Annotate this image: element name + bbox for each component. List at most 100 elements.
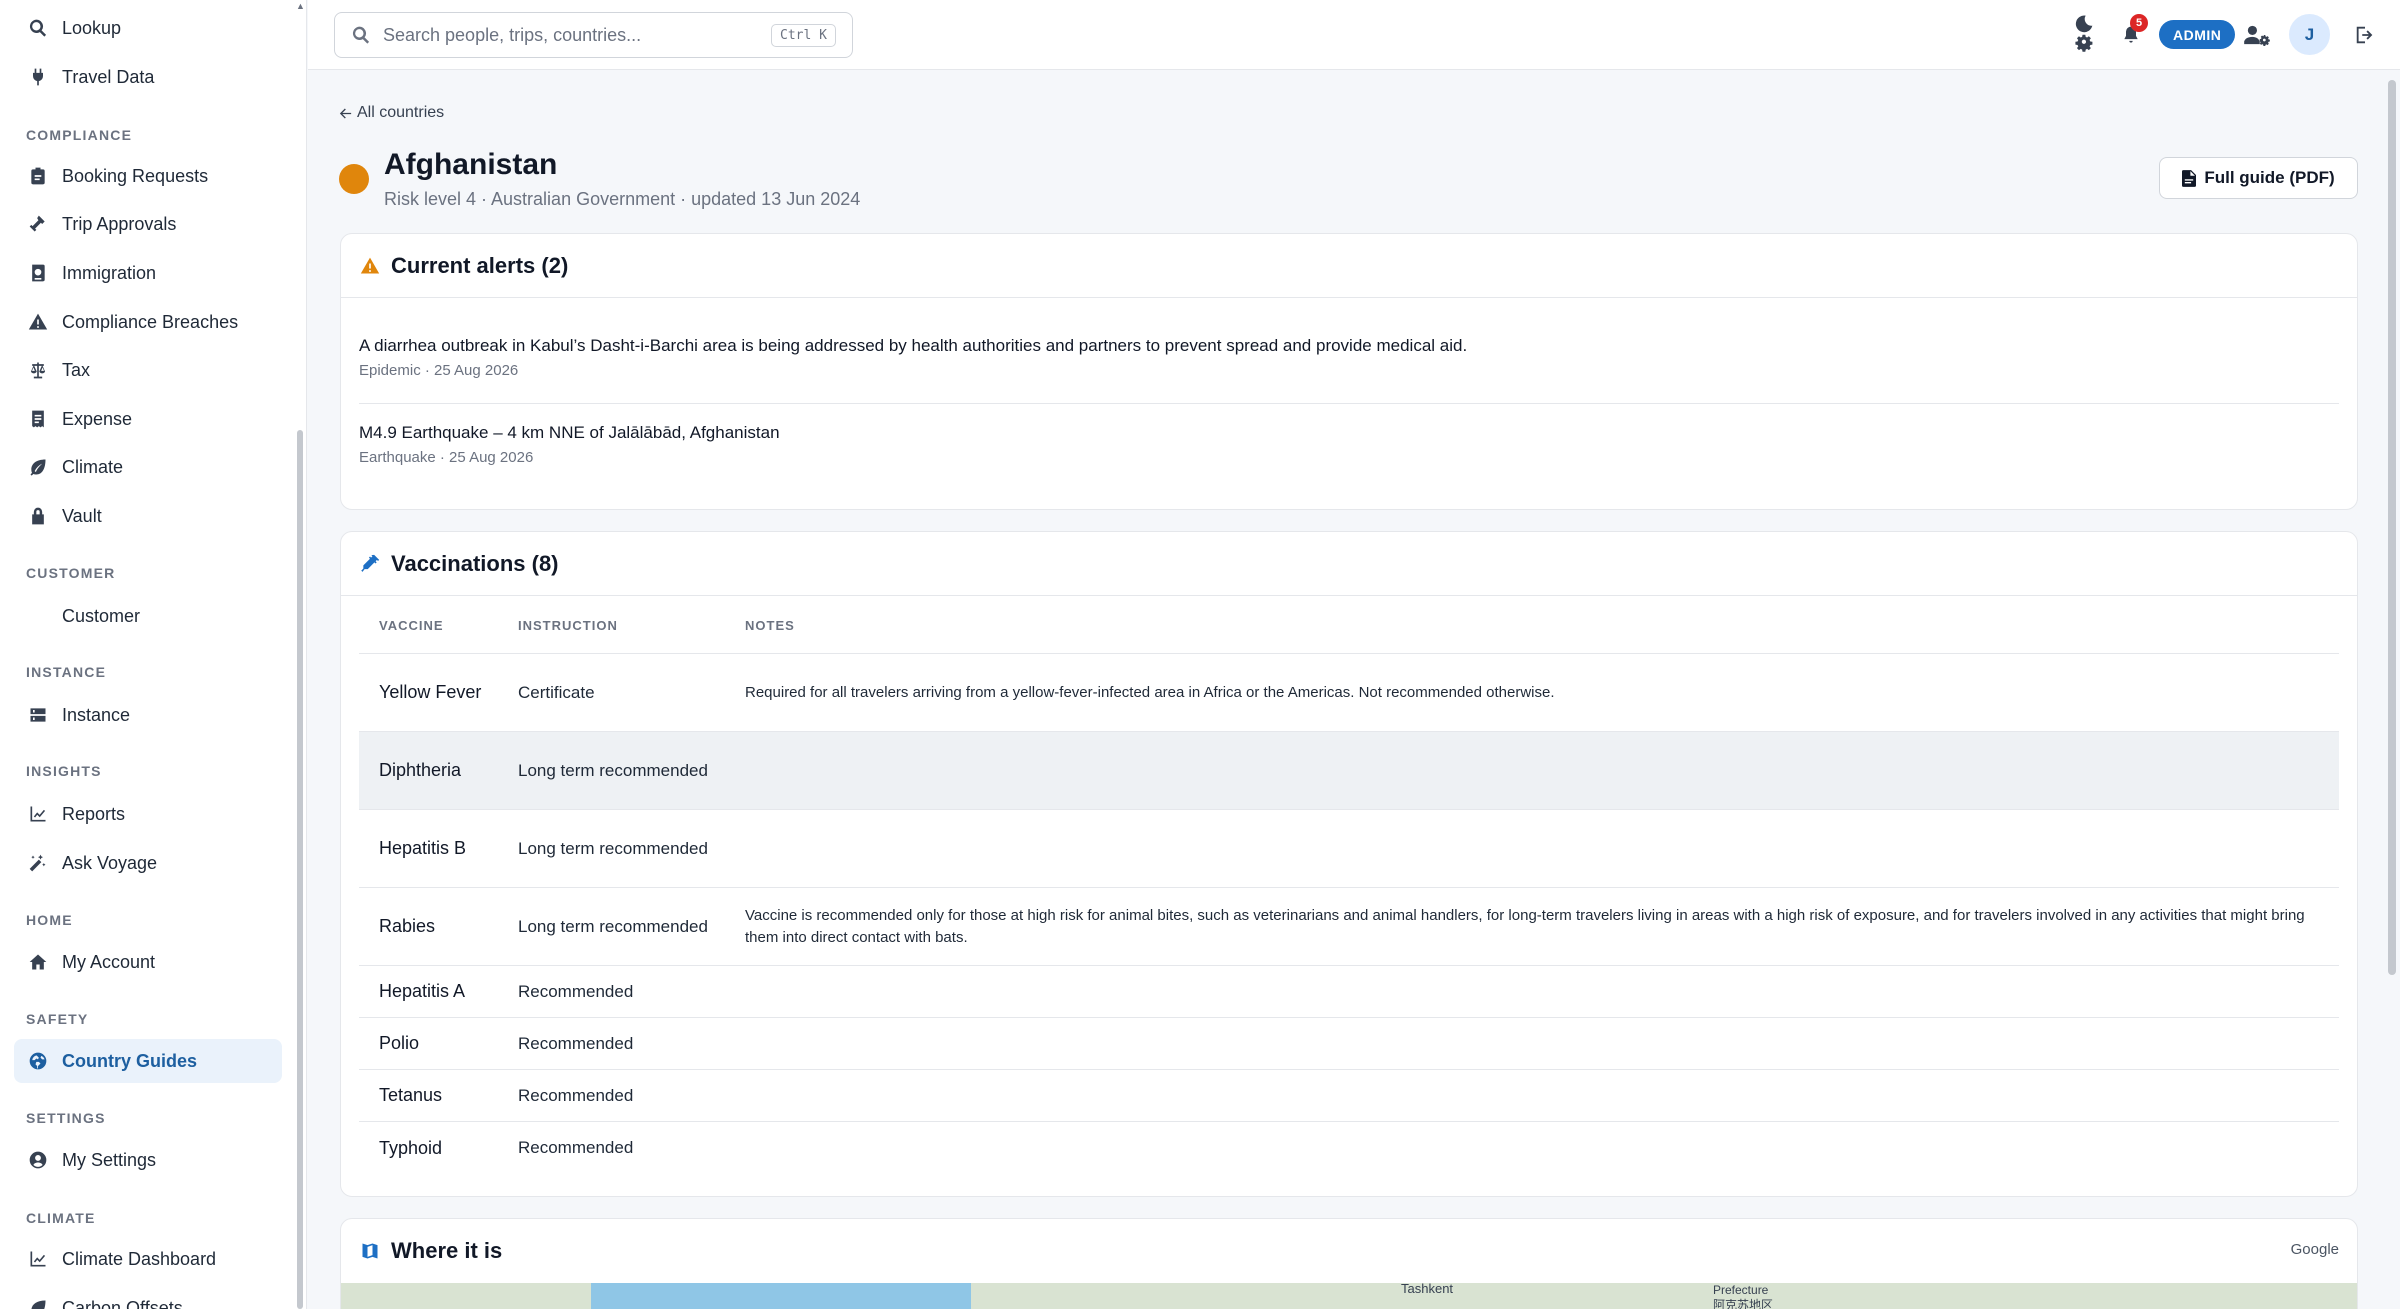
logout-button[interactable] xyxy=(2352,22,2378,48)
vaccine-instruction: Long term recommended xyxy=(518,760,708,780)
user-admin-button[interactable] xyxy=(2243,21,2271,49)
sidebar-scrollbar[interactable]: ▲ xyxy=(296,0,305,1309)
vaccine-instruction: Long term recommended xyxy=(518,838,708,858)
sidebar-item-label: Expense xyxy=(62,408,133,429)
vaccine-notes xyxy=(745,732,2325,809)
section-heading-customer: CUSTOMER xyxy=(26,565,116,581)
sidebar-item-ask-voyage[interactable]: Ask Voyage xyxy=(14,841,282,885)
main-scrollbar-thumb[interactable] xyxy=(2388,80,2396,975)
table-row[interactable]: Tetanus Recommended xyxy=(359,1070,2339,1122)
vaccine-name: Tetanus xyxy=(379,1085,443,1105)
sidebar-item-instance[interactable]: Instance xyxy=(14,693,282,737)
where-it-is-card: Where it is Google Tashkent Prefecture 阿… xyxy=(340,1218,2358,1309)
table-row[interactable]: Hepatitis B Long term recommended xyxy=(359,810,2339,888)
file-pdf-icon xyxy=(2182,169,2197,187)
user-gear-icon xyxy=(2244,25,2270,46)
table-row[interactable]: Typhoid Recommended xyxy=(359,1122,2339,1174)
column-header-instruction: INSTRUCTION xyxy=(518,618,618,633)
sidebar-item-my-account[interactable]: My Account xyxy=(14,940,282,984)
sidebar-item-booking-requests[interactable]: Booking Requests xyxy=(14,154,282,198)
sidebar-item-climate-dashboard[interactable]: Climate Dashboard xyxy=(14,1237,282,1281)
card-header: Vaccinations (8) xyxy=(341,532,2357,596)
sidebar-item-customer[interactable]: Customer xyxy=(14,594,282,638)
sidebar-item-reports[interactable]: Reports xyxy=(14,792,282,836)
table-header: VACCINE INSTRUCTION NOTES xyxy=(359,596,2339,654)
sidebar-item-climate[interactable]: Climate xyxy=(14,445,282,489)
sidebar-item-label: Immigration xyxy=(62,262,157,283)
alert-meta: Earthquake · 25 Aug 2026 xyxy=(359,449,534,466)
vaccine-name: Hepatitis B xyxy=(379,838,467,858)
avatar[interactable]: J xyxy=(2289,14,2330,55)
search-icon xyxy=(26,16,50,40)
scrollbar-thumb[interactable] xyxy=(297,430,303,1309)
full-guide-pdf-label: Full guide (PDF) xyxy=(2204,168,2335,187)
section-heading-settings: SETTINGS xyxy=(26,1110,106,1126)
sidebar-item-carbon-offsets[interactable]: Carbon Offsets xyxy=(14,1286,282,1309)
theme-toggle-button[interactable] xyxy=(2070,12,2098,56)
sidebar-item-lookup[interactable]: Lookup xyxy=(14,6,282,50)
vaccine-name: Diphtheria xyxy=(379,760,462,780)
sidebar-item-tax[interactable]: Tax xyxy=(14,348,282,392)
role-badge[interactable]: ADMIN xyxy=(2159,20,2236,49)
risk-level-indicator xyxy=(339,164,369,194)
sidebar-item-label: Reports xyxy=(62,803,126,824)
alert-item[interactable]: A diarrhea outbreak in Kabul’s Dasht-i-B… xyxy=(359,336,2339,379)
vaccine-notes xyxy=(745,1018,2325,1069)
sidebar-item-immigration[interactable]: Immigration xyxy=(14,251,282,295)
topbar: Search people, trips, countries... Ctrl … xyxy=(308,0,2400,70)
leaf-icon xyxy=(26,1296,50,1309)
section-heading-climate: CLIMATE xyxy=(26,1210,96,1226)
sidebar-item-label: Climate Dashboard xyxy=(62,1248,217,1269)
warning-icon xyxy=(26,310,50,334)
table-row[interactable]: Polio Recommended xyxy=(359,1018,2339,1070)
plug-icon xyxy=(26,65,50,89)
warning-icon xyxy=(359,255,381,277)
sidebar-item-my-settings[interactable]: My Settings xyxy=(14,1138,282,1182)
moon-icon xyxy=(2075,15,2093,33)
sidebar-item-label: Tax xyxy=(62,359,91,380)
vaccine-name: Rabies xyxy=(379,916,436,936)
section-heading-instance: INSTANCE xyxy=(26,664,107,680)
passport-icon xyxy=(26,261,50,285)
sidebar-item-label: Climate xyxy=(62,456,124,477)
sidebar-item-vault[interactable]: Vault xyxy=(14,494,282,538)
back-link-label: All countries xyxy=(357,104,445,121)
arrow-left-icon xyxy=(339,108,352,118)
magic-wand-icon xyxy=(26,851,50,875)
map-view[interactable]: Tashkent Prefecture 阿克苏地区 xyxy=(341,1281,2357,1309)
vaccine-notes xyxy=(745,966,2325,1017)
sidebar-item-travel-data[interactable]: Travel Data xyxy=(14,55,282,99)
search-placeholder: Search people, trips, countries... xyxy=(383,24,642,45)
alert-divider xyxy=(359,403,2339,404)
clipboard-icon xyxy=(26,164,50,188)
vaccine-instruction: Recommended xyxy=(518,1033,634,1053)
sidebar-item-country-guides[interactable]: Country Guides xyxy=(14,1039,282,1083)
sidebar-item-label: Instance xyxy=(62,704,131,725)
syringe-icon xyxy=(359,553,381,575)
column-header-notes: NOTES xyxy=(745,618,795,633)
back-to-countries-link[interactable]: All countries xyxy=(338,104,444,122)
sidebar-item-trip-approvals[interactable]: Trip Approvals xyxy=(14,202,282,246)
scale-icon xyxy=(26,358,50,382)
vaccine-notes: Vaccine is recommended only for those at… xyxy=(745,906,2305,946)
search-icon xyxy=(352,26,370,44)
sidebar-item-compliance-breaches[interactable]: Compliance Breaches xyxy=(14,300,282,344)
sidebar-item-expense[interactable]: Expense xyxy=(14,397,282,441)
alert-item[interactable]: M4.9 Earthquake – 4 km NNE of Jalālābād,… xyxy=(359,423,2339,466)
full-guide-pdf-button[interactable]: Full guide (PDF) xyxy=(2159,157,2358,199)
table-row[interactable]: Yellow Fever Certificate Required for al… xyxy=(359,654,2339,732)
map-place-label: 阿克苏地区 xyxy=(1713,1298,1774,1309)
vaccine-notes xyxy=(745,1122,2325,1174)
alert-meta: Epidemic · 25 Aug 2026 xyxy=(359,362,519,379)
page-subtitle: Risk level 4 · Australian Government · u… xyxy=(384,189,861,209)
table-row[interactable]: Diphtheria Long term recommended xyxy=(359,732,2339,810)
current-alerts-card: Current alerts (2) A diarrhea outbreak i… xyxy=(340,233,2358,510)
sidebar-item-label: Customer xyxy=(62,605,141,626)
sidebar-item-label: Carbon Offsets xyxy=(62,1297,183,1309)
alert-title: A diarrhea outbreak in Kabul’s Dasht-i-B… xyxy=(359,336,1468,355)
scroll-up-arrow-icon[interactable]: ▲ xyxy=(296,0,305,12)
global-search-input[interactable]: Search people, trips, countries... Ctrl … xyxy=(334,12,853,58)
table-row[interactable]: Hepatitis A Recommended xyxy=(359,966,2339,1018)
table-row[interactable]: Rabies Long term recommended Vaccine is … xyxy=(359,888,2339,966)
notifications-button[interactable]: 5 xyxy=(2120,14,2148,46)
